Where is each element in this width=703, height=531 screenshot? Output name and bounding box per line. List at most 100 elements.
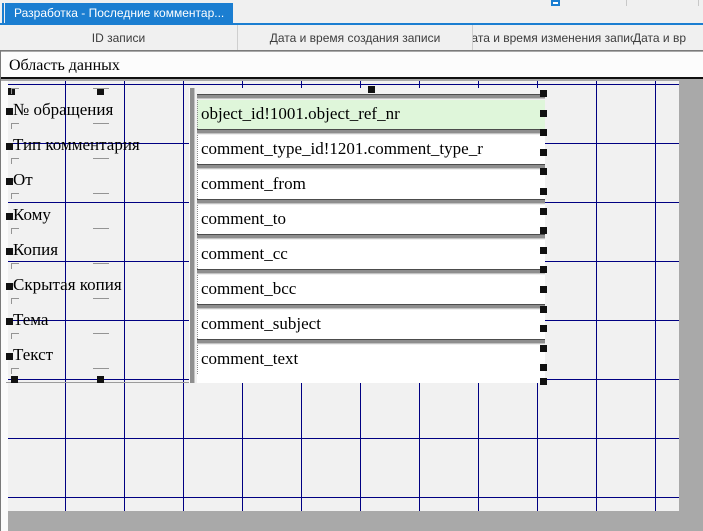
object-boundary-mark — [93, 333, 109, 334]
object-boundary-mark — [11, 158, 19, 159]
object-boundary-mark — [93, 228, 109, 229]
selection-handle[interactable] — [540, 345, 547, 352]
object-boundary-mark — [11, 123, 12, 129]
field-label-text: Текст — [13, 345, 53, 364]
selection-handle[interactable] — [540, 325, 547, 332]
selection-handle[interactable] — [540, 110, 547, 117]
field-expression-text: comment_subject — [201, 314, 321, 333]
column-header[interactable]: Дата и вр — [633, 25, 686, 50]
field-label-object[interactable]: № обращения — [13, 99, 113, 121]
field-object[interactable]: comment_text — [197, 339, 545, 374]
field-label-object[interactable]: Тема — [13, 309, 48, 331]
object-boundary-mark — [11, 88, 19, 89]
field-object[interactable]: comment_type_id!1201.comment_type_r — [197, 129, 545, 164]
selection-handle[interactable] — [540, 149, 547, 156]
field-label-object[interactable]: Скрытая копия — [13, 274, 122, 296]
field-object[interactable]: object_id!1001.object_ref_nr — [197, 94, 545, 129]
selection-handle[interactable] — [540, 208, 547, 215]
field-label-object[interactable]: Кому — [13, 204, 51, 226]
document-tab[interactable]: Разработка - Последние комментар... — [5, 3, 233, 23]
object-boundary-mark — [93, 88, 109, 89]
column-header[interactable]: ID записи — [0, 25, 238, 50]
selection-handle[interactable] — [6, 318, 13, 325]
field-expression-text: comment_type_id!1201.comment_type_r — [201, 139, 483, 158]
tab-left-edge — [2, 3, 4, 23]
column-header[interactable]: Дата и время создания записи — [238, 25, 473, 50]
field-group[interactable]: object_id!1001.object_ref_nr comment_typ… — [189, 88, 545, 383]
selection-handle[interactable] — [540, 378, 547, 385]
grid-column-headers: ID записи Дата и время создания записи Д… — [0, 25, 703, 50]
object-boundary-mark — [11, 228, 12, 234]
field-expression-text: comment_cc — [201, 244, 288, 263]
data-band-header[interactable]: Область данных — [1, 52, 703, 79]
selection-handle[interactable] — [540, 227, 547, 234]
object-boundary-mark — [11, 333, 12, 339]
column-header-label: Дата и вр — [633, 31, 686, 45]
tab-strip: Разработка - Последние комментар... — [0, 0, 703, 25]
object-boundary-mark — [11, 263, 19, 264]
column-header-label: Дата и время создания записи — [270, 31, 441, 45]
field-label-object[interactable]: Тип комментария — [13, 134, 140, 156]
partial-tab-edge — [551, 0, 560, 6]
field-expression-text: comment_text — [201, 349, 298, 368]
field-label-text: Кому — [13, 205, 51, 224]
selection-handle[interactable] — [540, 266, 547, 273]
field-object[interactable]: comment_bcc — [197, 269, 545, 304]
selection-handle[interactable] — [6, 283, 13, 290]
field-label-text: Копия — [13, 240, 58, 259]
field-label-text: Тип комментария — [13, 135, 140, 154]
selection-handle[interactable] — [540, 286, 547, 293]
field-group-bottom-pad — [197, 374, 545, 383]
tab-separator — [626, 0, 627, 6]
selection-handle[interactable] — [540, 364, 547, 371]
column-header-label: Дата и время изменения записи — [473, 31, 633, 45]
selection-handle[interactable] — [6, 353, 13, 360]
object-boundary-mark — [11, 263, 12, 269]
object-boundary-mark — [11, 88, 12, 94]
selection-handle[interactable] — [97, 88, 104, 95]
selection-handle[interactable] — [540, 188, 547, 195]
field-rows: object_id!1001.object_ref_nr comment_typ… — [197, 94, 545, 374]
column-header[interactable]: Дата и время изменения записи — [473, 25, 633, 50]
selection-handle[interactable] — [6, 213, 13, 220]
tab-separator — [698, 0, 699, 6]
object-boundary-mark — [93, 263, 109, 264]
selection-handle[interactable] — [540, 247, 547, 254]
object-boundary-mark — [11, 298, 12, 304]
field-expression-text: comment_bcc — [201, 279, 296, 298]
field-object[interactable]: comment_from — [197, 164, 545, 199]
object-boundary-mark — [11, 298, 19, 299]
selection-handle[interactable] — [11, 376, 18, 383]
selection-handle[interactable] — [6, 143, 13, 150]
object-boundary-mark — [11, 368, 19, 369]
field-label-object[interactable]: Копия — [13, 239, 58, 261]
selection-handle[interactable] — [540, 168, 547, 175]
selection-handle[interactable] — [6, 108, 13, 115]
object-boundary-mark — [11, 123, 19, 124]
field-object[interactable]: comment_to — [197, 199, 545, 234]
field-expression-text: comment_from — [201, 174, 306, 193]
field-label-text: Тема — [13, 310, 48, 329]
object-boundary-mark — [11, 228, 19, 229]
selection-handle[interactable] — [368, 86, 375, 93]
field-label-text: От — [13, 170, 33, 189]
field-expression-text: comment_to — [201, 209, 286, 228]
document-tab-title: Разработка - Последние комментар... — [14, 6, 224, 20]
selection-handle[interactable] — [540, 129, 547, 136]
selection-handle[interactable] — [540, 90, 547, 97]
selection-handle[interactable] — [6, 248, 13, 255]
field-label-object[interactable]: Текст — [13, 344, 53, 366]
selection-handle[interactable] — [6, 178, 13, 185]
selection-handle[interactable] — [97, 376, 104, 383]
field-object[interactable]: comment_cc — [197, 234, 545, 269]
object-boundary-mark — [11, 368, 12, 374]
field-label-object[interactable]: От — [13, 169, 33, 191]
selection-handle[interactable] — [540, 306, 547, 313]
field-label-text: Скрытая копия — [13, 275, 122, 294]
field-label-text: № обращения — [13, 100, 113, 119]
report-designer-window: Разработка - Последние комментар... ID з… — [0, 0, 703, 531]
object-boundary-mark — [11, 193, 12, 199]
object-boundary-mark — [11, 333, 19, 334]
object-boundary-mark — [11, 158, 12, 164]
field-object[interactable]: comment_subject — [197, 304, 545, 339]
